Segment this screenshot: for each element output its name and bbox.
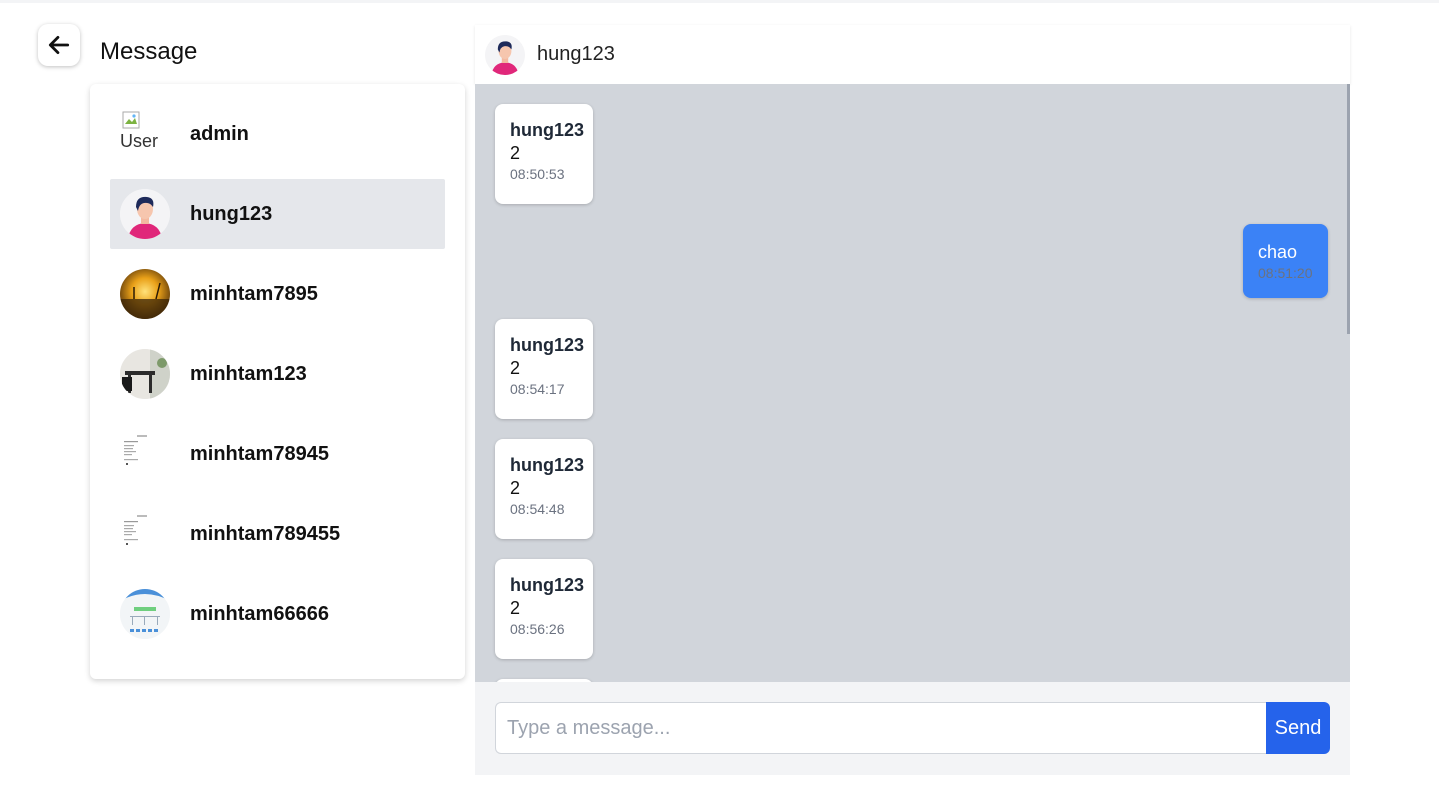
avatar xyxy=(120,349,170,399)
contact-item-admin[interactable]: User admin xyxy=(110,99,445,169)
message-text: 2 xyxy=(510,358,521,378)
message-bubble: hung123 2 08:54:48 xyxy=(495,439,593,539)
contact-item-hung123[interactable]: hung123 xyxy=(110,179,445,249)
message-text: chao xyxy=(1258,242,1298,262)
contact-name: minhtam789455 xyxy=(190,522,341,545)
avatar xyxy=(120,269,170,319)
contact-name: minhtam66666 xyxy=(190,602,329,625)
broken-image-icon xyxy=(122,111,140,129)
message-text: 2 xyxy=(510,478,521,498)
message-sender: hung123 xyxy=(510,120,585,140)
message-bubble: hung123 2 08:54:17 xyxy=(495,319,593,419)
back-button[interactable] xyxy=(38,24,80,66)
message-time: 08:54:48 xyxy=(510,501,565,517)
message-sender: hung123 xyxy=(510,455,585,475)
contact-name: hung123 xyxy=(190,202,273,225)
sunset-photo-icon xyxy=(120,269,170,319)
arrow-left-icon xyxy=(48,36,70,54)
chat-header-avatar xyxy=(485,34,525,75)
scrollbar[interactable] xyxy=(1347,84,1350,334)
message-time: 08:56:26 xyxy=(510,621,565,637)
message-sender: hung123 xyxy=(510,335,585,355)
avatar xyxy=(120,429,170,479)
contact-name: minhtam78945 xyxy=(190,442,329,465)
message-text: 2 xyxy=(510,143,521,163)
avatar-alt-text: User xyxy=(120,131,159,151)
contact-name: minhtam123 xyxy=(190,362,307,385)
boy-avatar-icon xyxy=(120,189,170,239)
contact-item-minhtam66666[interactable]: minhtam66666 xyxy=(110,579,445,649)
diagram-thumbnail-icon xyxy=(120,589,170,639)
send-button[interactable]: Send xyxy=(1266,702,1330,754)
message-sender: hung123 xyxy=(510,575,585,595)
top-border xyxy=(0,0,1439,3)
avatar xyxy=(120,589,170,639)
message-bubble-mine: chao 08:51:20 xyxy=(1243,224,1328,298)
message-text: 2 xyxy=(510,598,521,618)
message-bubble: hung123 2 08:56:26 xyxy=(495,559,593,659)
message-time: 08:50:53 xyxy=(510,166,565,182)
avatar: User xyxy=(120,109,170,159)
document-thumbnail-icon xyxy=(120,509,170,559)
avatar xyxy=(120,509,170,559)
boy-avatar-icon xyxy=(485,34,525,75)
contact-name: minhtam7895 xyxy=(190,282,318,305)
room-photo-icon xyxy=(120,349,170,399)
avatar xyxy=(120,189,170,239)
page-title: Message xyxy=(100,38,198,65)
message-list[interactable]: hung123 2 08:50:53 chao 08:51:20 hung123… xyxy=(475,84,1350,682)
document-thumbnail-icon xyxy=(120,429,170,479)
contact-item-minhtam789455[interactable]: minhtam789455 xyxy=(110,499,445,569)
contact-name: admin xyxy=(190,122,249,145)
chat-panel: hung123 hung123 2 08:50:53 chao 08:51:20… xyxy=(475,25,1350,775)
message-input[interactable] xyxy=(495,702,1267,754)
message-time: 08:51:20 xyxy=(1258,265,1313,281)
contact-item-minhtam78945[interactable]: minhtam78945 xyxy=(110,419,445,489)
contact-list: User admin hung123 minhtam7895 minhtam12… xyxy=(90,84,465,679)
message-bubble: hung123 2 08:50:53 xyxy=(495,104,593,204)
message-composer: Send xyxy=(475,682,1350,775)
contact-item-minhtam123[interactable]: minhtam123 xyxy=(110,339,445,409)
chat-header: hung123 xyxy=(475,25,1350,84)
message-time: 08:54:17 xyxy=(510,381,565,397)
chat-header-name: hung123 xyxy=(537,43,615,65)
contact-item-minhtam7895[interactable]: minhtam7895 xyxy=(110,259,445,329)
